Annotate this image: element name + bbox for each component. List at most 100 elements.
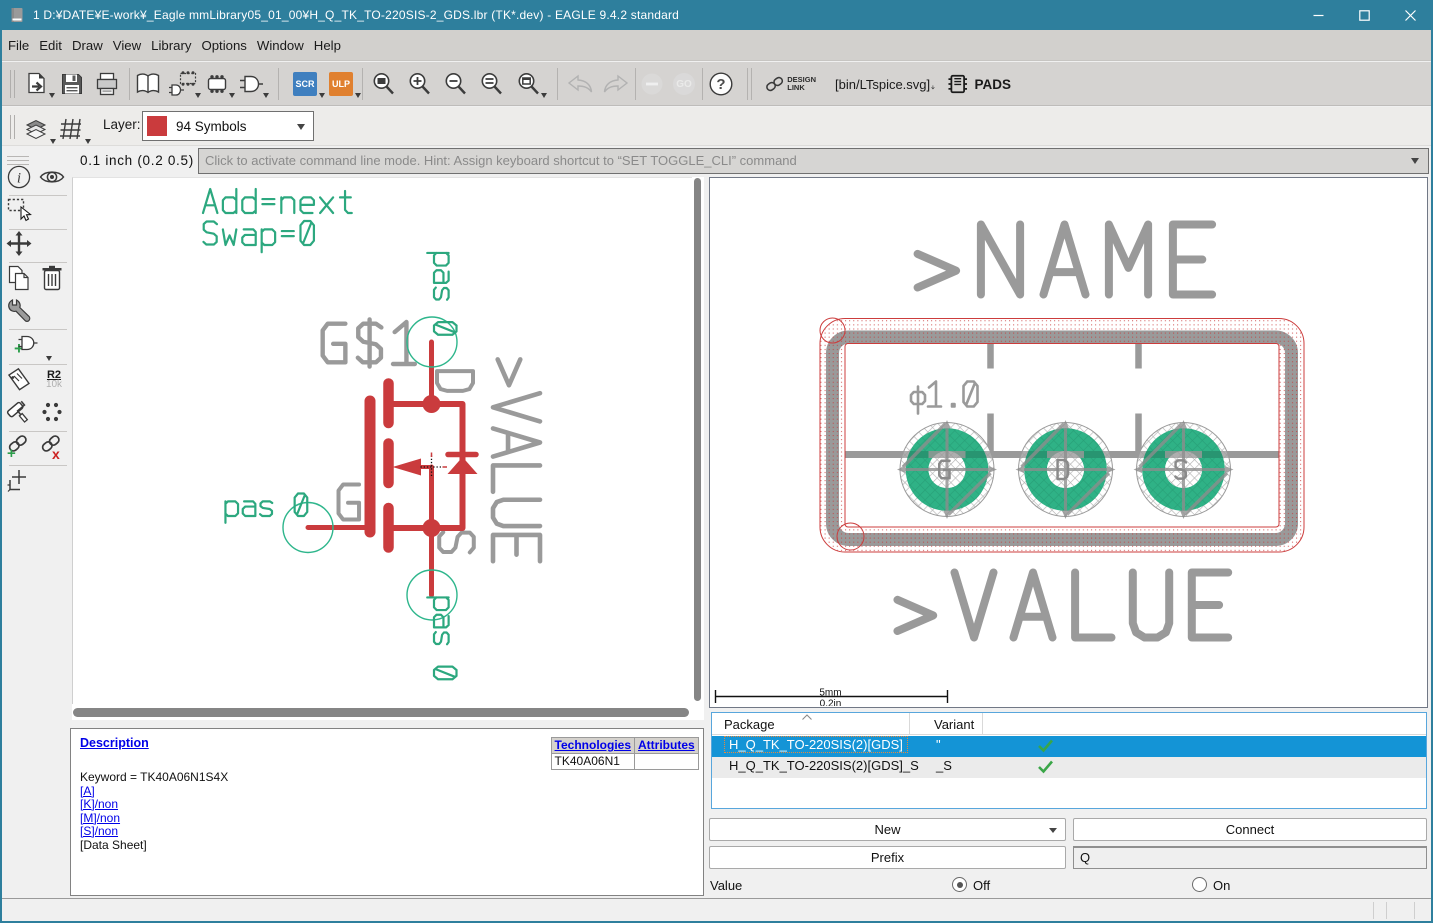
pad-d[interactable]	[1015, 420, 1116, 519]
new-button[interactable]: New	[709, 818, 1066, 841]
go-button[interactable]: GO	[667, 67, 701, 101]
design-link-button[interactable]: DESIGN LINK	[764, 67, 816, 101]
change-tool[interactable]	[4, 296, 34, 326]
package-panel: Package Variant H_Q_TK_TO-220SIS(2)[GDS]…	[705, 708, 1431, 898]
prefix-button[interactable]: Prefix	[709, 846, 1066, 869]
zoom-in-button[interactable]	[403, 67, 437, 101]
link-add-icon: +	[7, 435, 27, 460]
attributes-header[interactable]: Attributes	[634, 737, 699, 754]
menu-edit[interactable]: Edit	[34, 38, 67, 53]
svg-text:?: ?	[716, 76, 725, 93]
smash-tool[interactable]	[37, 397, 67, 427]
menu-library[interactable]: Library	[146, 38, 196, 53]
minimize-button[interactable]	[1295, 0, 1341, 30]
grid-button[interactable]	[54, 112, 91, 146]
device-button[interactable]	[166, 67, 201, 101]
library-book-icon	[136, 73, 160, 94]
package-table[interactable]: Package Variant H_Q_TK_TO-220SIS(2)[GDS]…	[711, 712, 1427, 809]
link-remove-tool[interactable]: x	[37, 431, 67, 461]
ltspice-label: [bin/LTspice.svg]	[835, 76, 931, 92]
menu-help[interactable]: Help	[309, 38, 346, 53]
link-remove-icon: x	[41, 435, 60, 460]
open-library-button[interactable]	[20, 67, 55, 101]
layer-color-swatch	[147, 116, 167, 136]
column-package[interactable]: Package	[724, 717, 775, 732]
ulp-button[interactable]: ULP	[324, 67, 361, 101]
main-toolbar: SCR ULP GO? DESIGN LINK [bin/LTspice.svg] PADS	[2, 62, 1431, 106]
layer-combobox[interactable]: 94 Symbols	[142, 111, 314, 141]
link-k-non[interactable]: [K]/non	[80, 797, 118, 811]
group-tool[interactable]	[5, 194, 35, 224]
show-tool[interactable]	[37, 162, 67, 192]
package-button[interactable]	[200, 67, 235, 101]
technologies-table: Technologies Attributes TK40A06N1	[550, 737, 699, 770]
vertical-scrollbar-thumb[interactable]	[694, 178, 701, 701]
zoom-fit-button[interactable]	[367, 67, 401, 101]
package-canvas[interactable]: 5mm 0.2in	[709, 177, 1428, 710]
mosfet-symbol[interactable]	[305, 339, 479, 598]
menu-file[interactable]: File	[3, 38, 34, 53]
ltspice-button[interactable]: [bin/LTspice.svg]	[835, 67, 935, 101]
redo-button[interactable]	[599, 67, 633, 101]
link-a[interactable]: [A]	[80, 784, 95, 798]
maximize-button[interactable]	[1341, 0, 1387, 30]
menu-draw[interactable]: Draw	[67, 38, 108, 53]
package-row-selected[interactable]: H_Q_TK_TO-220SIS(2)[GDS] "	[712, 736, 1426, 757]
zoom-redraw-button[interactable]	[512, 67, 547, 101]
symbol-canvas[interactable]	[72, 177, 692, 704]
value-off-radio[interactable]	[952, 877, 967, 892]
paste-tool[interactable]	[4, 397, 34, 427]
mark-tool[interactable]	[4, 465, 34, 495]
technologies-header[interactable]: Technologies	[550, 737, 636, 754]
save-button[interactable]	[55, 67, 89, 101]
move-tool[interactable]	[4, 229, 34, 259]
value-tool[interactable]: R2 10k	[39, 365, 69, 395]
package-name: H_Q_TK_TO-220SIS(2)[GDS]_S	[729, 758, 919, 773]
pad-s[interactable]	[1133, 420, 1234, 519]
help-button[interactable]: ?	[704, 67, 738, 101]
pad-g[interactable]	[897, 420, 997, 519]
menu-options[interactable]: Options	[196, 38, 251, 53]
layers-icon	[25, 119, 47, 140]
undo-icon	[567, 74, 593, 93]
name-icon	[7, 367, 30, 391]
script-button[interactable]: SCR	[288, 67, 325, 101]
vertical-scrollbar[interactable]	[692, 177, 704, 704]
move-icon	[6, 231, 32, 256]
layer-settings-button[interactable]	[20, 112, 56, 146]
menu-view[interactable]: View	[108, 38, 146, 53]
add-gate-tool[interactable]: +	[6, 330, 52, 361]
delete-icon	[42, 265, 62, 291]
pads-button[interactable]: PADS	[947, 67, 1011, 101]
pin-label-gate	[336, 482, 362, 522]
zoom-select-button[interactable]	[475, 67, 509, 101]
value-off-label: Off	[973, 878, 991, 893]
menu-window[interactable]: Window	[252, 38, 309, 53]
horizontal-scrollbar-thumb[interactable]	[73, 708, 689, 717]
zoom-out-button[interactable]	[439, 67, 473, 101]
copy-tool[interactable]	[4, 263, 34, 293]
stop-button[interactable]	[635, 67, 669, 101]
scr-icon: SCR	[293, 72, 317, 96]
info-tool[interactable]: i	[4, 162, 34, 192]
library-button[interactable]	[131, 67, 165, 101]
svg-text:+: +	[7, 445, 16, 460]
link-add-tool[interactable]: +	[4, 431, 34, 461]
value-on-radio[interactable]	[1192, 877, 1207, 892]
column-variant[interactable]: Variant	[934, 717, 974, 732]
close-button[interactable]	[1387, 0, 1433, 30]
command-line-input[interactable]: Click to activate command line mode. Hin…	[198, 148, 1429, 174]
print-button[interactable]	[90, 67, 124, 101]
description-link[interactable]: Description	[80, 736, 149, 750]
prefix-input[interactable]: Q	[1073, 846, 1427, 869]
undo-button[interactable]	[563, 67, 597, 101]
connect-button[interactable]: Connect	[1073, 818, 1427, 841]
package-row[interactable]: H_Q_TK_TO-220SIS(2)[GDS]_S _S	[712, 757, 1426, 778]
name-tool[interactable]	[4, 365, 34, 395]
link-m-non[interactable]: [M]/non	[80, 811, 120, 825]
horizontal-scrollbar[interactable]	[72, 704, 704, 720]
link-s-non[interactable]: [S]/non	[80, 824, 118, 838]
delete-tool[interactable]	[37, 263, 67, 293]
symbol-button[interactable]	[234, 67, 269, 101]
symbol-attr-add	[201, 187, 353, 215]
